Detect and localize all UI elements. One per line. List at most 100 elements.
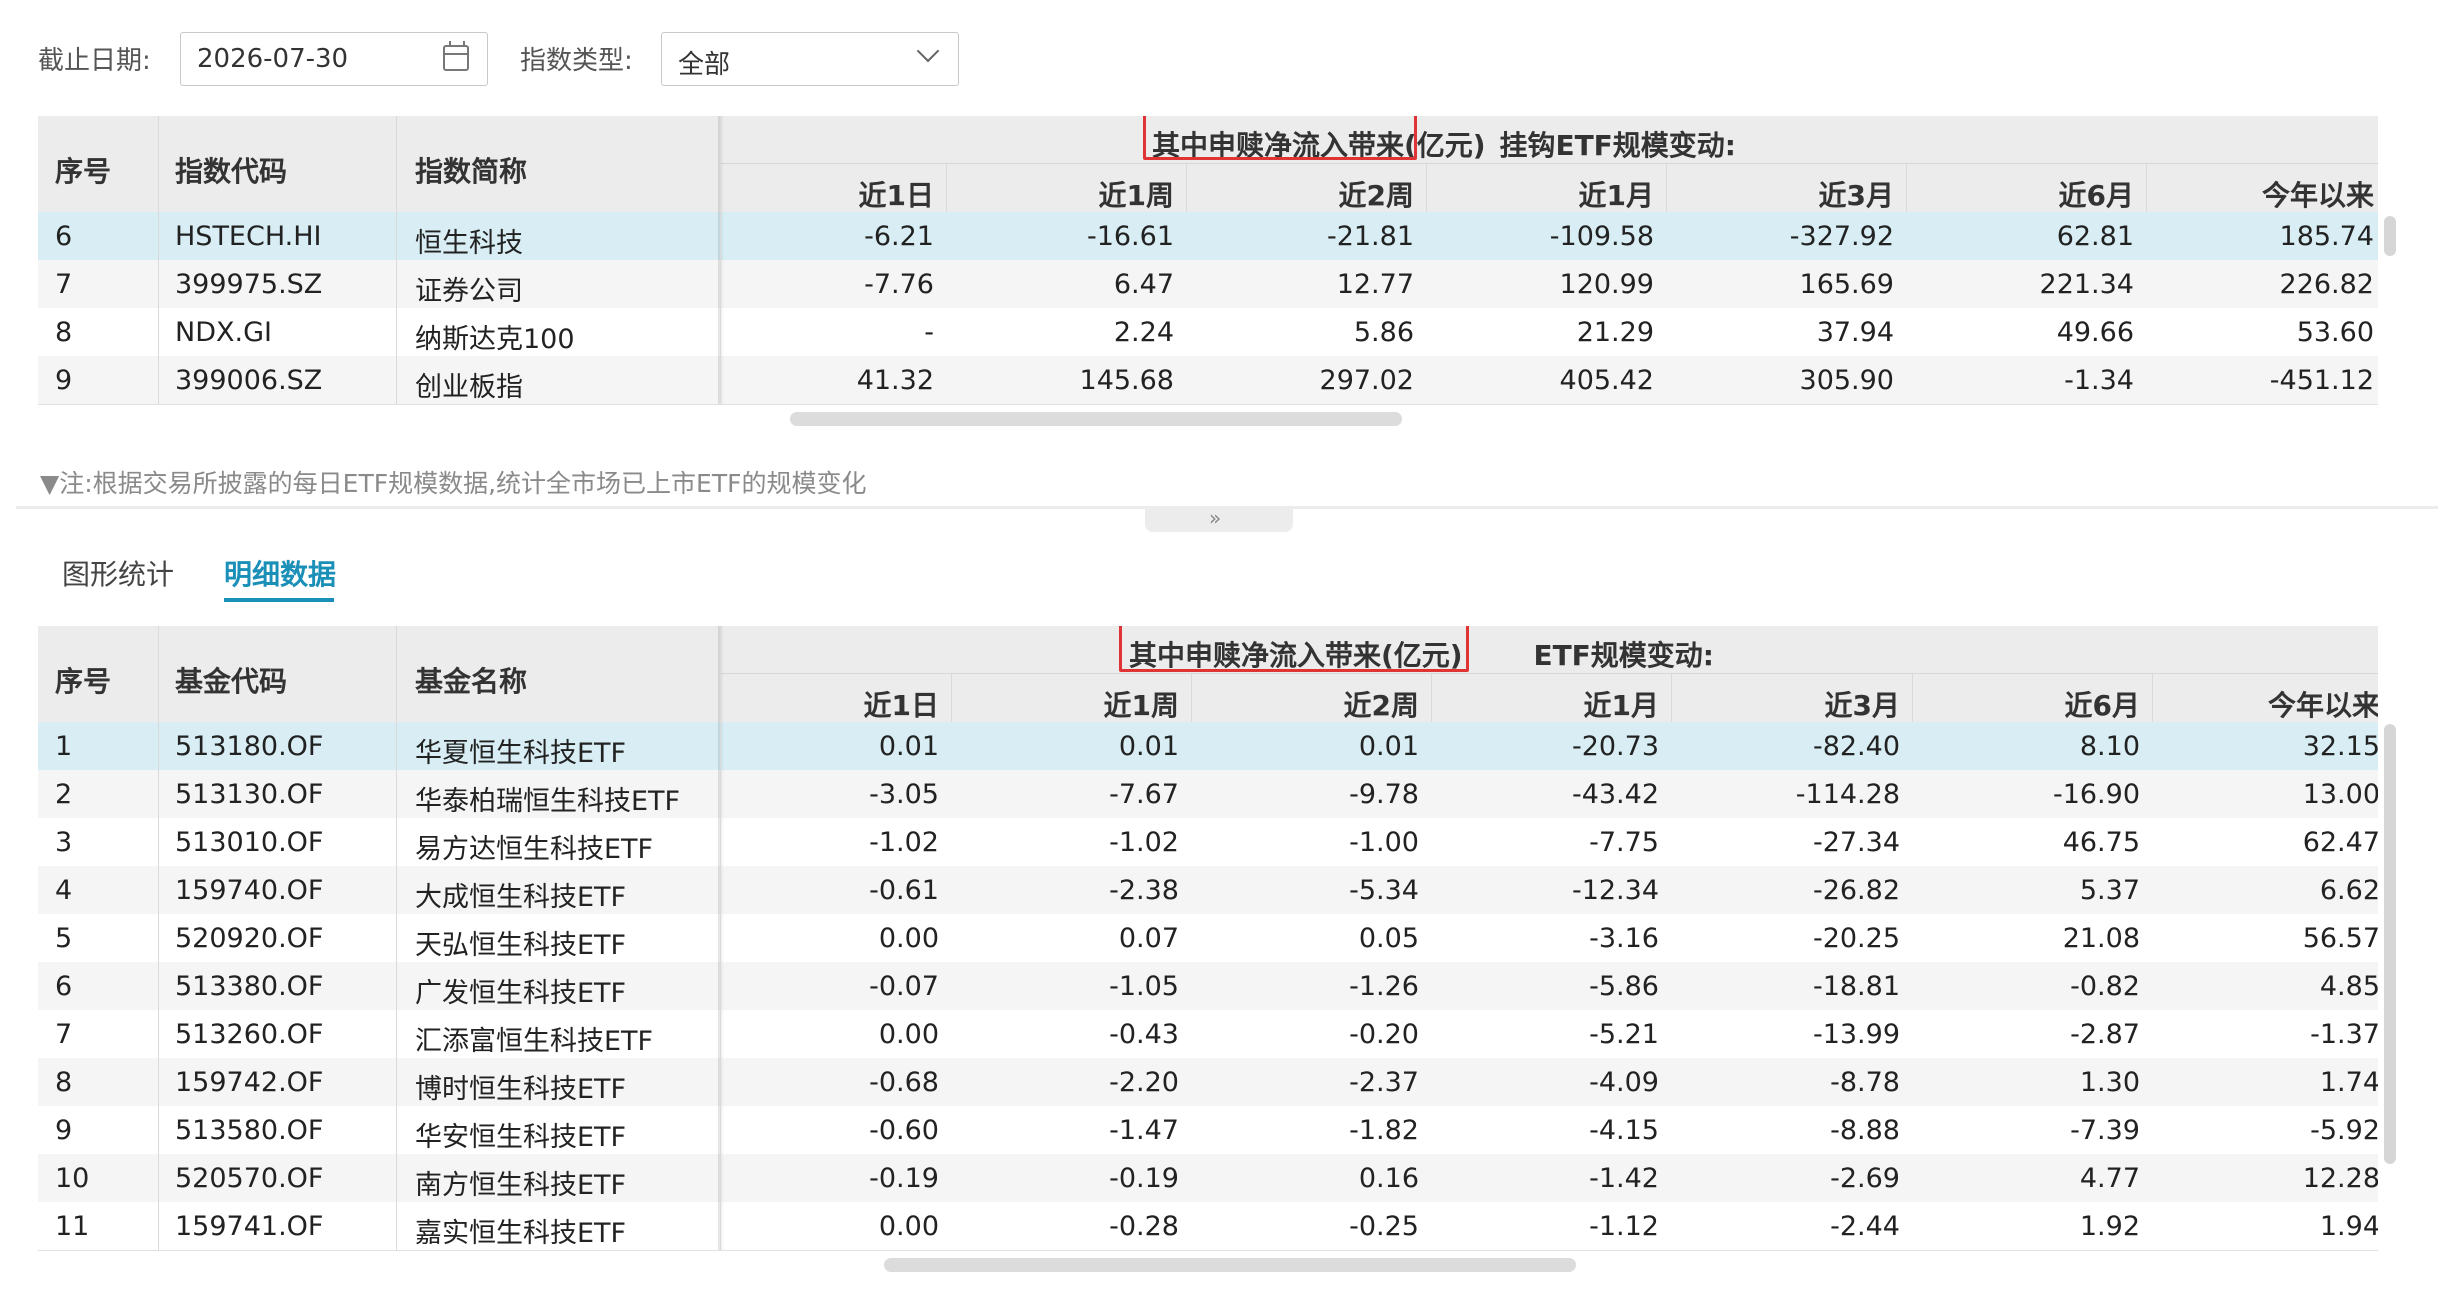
chevron-double-down-icon[interactable]: » bbox=[1209, 506, 1221, 530]
value-cell: 6.62 bbox=[2319, 875, 2378, 906]
table-row[interactable]: 8 159742.OF 博时恒生科技ETF -0.68 -2.20 -2.37 -4.09 -… bbox=[38, 1058, 2378, 1106]
fund-table-hscroll[interactable] bbox=[884, 1258, 1576, 1272]
value-cell: -9.78 bbox=[1349, 779, 1419, 810]
value-cell: -6.21 bbox=[864, 221, 934, 252]
tab-detail-data[interactable]: 明细数据 bbox=[224, 553, 336, 593]
value-cell: -2.20 bbox=[1109, 1067, 1179, 1098]
column-separator bbox=[951, 674, 952, 722]
value-cell: 145.68 bbox=[1079, 365, 1174, 396]
collapse-handle[interactable]: » bbox=[1145, 506, 1293, 532]
header-no[interactable]: 序号 bbox=[55, 150, 111, 190]
header-divider bbox=[720, 673, 2378, 674]
value-cell: -1.02 bbox=[1109, 827, 1179, 858]
row-number: 8 bbox=[55, 317, 73, 348]
header-period-0[interactable]: 近1日 bbox=[864, 684, 939, 724]
index-table-vscroll[interactable] bbox=[2384, 216, 2396, 256]
header-period-2[interactable]: 近2周 bbox=[1344, 684, 1419, 724]
table-row[interactable]: 7 399975.SZ 证券公司 -7.76 6.47 12.77 120.99 165.69… bbox=[38, 260, 2378, 308]
table-row[interactable]: 7 513260.OF 汇添富恒生科技ETF 0.00 -0.43 -0.20 -5.21 -… bbox=[38, 1010, 2378, 1058]
value-cell: 49.66 bbox=[2056, 317, 2134, 348]
name-cell: 南方恒生科技ETF bbox=[415, 1170, 627, 1201]
table-row[interactable]: 5 520920.OF 天弘恒生科技ETF 0.00 0.07 0.05 -3.16 -20.… bbox=[38, 914, 2378, 962]
header-index-name[interactable]: 指数简称 bbox=[415, 150, 527, 190]
code-cell: NDX.GI bbox=[175, 317, 272, 348]
name-cell: 大成恒生科技ETF bbox=[415, 882, 627, 913]
tab-chart-stats[interactable]: 图形统计 bbox=[62, 553, 174, 593]
value-cell: -3.16 bbox=[1589, 923, 1659, 954]
header-period-1[interactable]: 近1周 bbox=[1104, 684, 1179, 724]
header-period-1[interactable]: 近1周 bbox=[1099, 174, 1174, 214]
header-period-3[interactable]: 近1月 bbox=[1584, 684, 1659, 724]
row-number: 9 bbox=[55, 365, 73, 396]
value-cell: 1.92 bbox=[2079, 1211, 2140, 1242]
index-table-header: 序号 指数代码 指数简称 挂钩ETF规模变动: 其中申赎净流入带来(亿元) 近1… bbox=[38, 116, 2378, 212]
header-period-5[interactable]: 近6月 bbox=[2065, 684, 2140, 724]
column-separator bbox=[1912, 674, 1913, 722]
header-period-5[interactable]: 近6月 bbox=[2059, 174, 2134, 214]
table-row[interactable]: 6 513380.OF 广发恒生科技ETF -0.07 -1.05 -1.26 -5.86 -… bbox=[38, 962, 2378, 1010]
header-index-code[interactable]: 指数代码 bbox=[175, 150, 287, 190]
header-period-2[interactable]: 近2周 bbox=[1339, 174, 1414, 214]
code-cell: 399975.SZ bbox=[175, 269, 323, 300]
date-picker[interactable]: 2026-07-30 bbox=[180, 32, 488, 86]
value-cell: 46.75 bbox=[2062, 827, 2140, 858]
date-value[interactable]: 2026-07-30 bbox=[197, 44, 348, 74]
row-number: 3 bbox=[55, 827, 73, 858]
fund-table-vscroll[interactable] bbox=[2384, 724, 2396, 1164]
name-cell: 恒生科技 bbox=[415, 228, 523, 259]
column-separator bbox=[720, 626, 721, 1250]
table-row[interactable]: 2 513130.OF 华泰柏瑞恒生科技ETF -3.05 -7.67 -9.78 -43.… bbox=[38, 770, 2378, 818]
header-fund-code[interactable]: 基金代码 bbox=[175, 660, 287, 700]
value-cell: -451.12 bbox=[2269, 365, 2374, 396]
header-period-4[interactable]: 近3月 bbox=[1819, 174, 1894, 214]
index-type-select[interactable]: 全部 bbox=[661, 32, 959, 86]
highlight-box bbox=[1143, 116, 1417, 160]
index-type-value[interactable]: 全部 bbox=[678, 44, 730, 81]
header-period-4[interactable]: 近3月 bbox=[1825, 684, 1900, 724]
value-cell: -0.20 bbox=[1349, 1019, 1419, 1050]
row-number: 2 bbox=[55, 779, 73, 810]
value-cell: -1.42 bbox=[1589, 1163, 1659, 1194]
footnote: ▼注:根据交易所披露的每日ETF规模数据,统计全市场已上市ETF的规模变化 bbox=[40, 469, 867, 498]
value-cell: -1.05 bbox=[1109, 971, 1179, 1002]
header-period-3[interactable]: 近1月 bbox=[1579, 174, 1654, 214]
row-number: 4 bbox=[55, 875, 73, 906]
value-cell: -0.82 bbox=[2070, 971, 2140, 1002]
name-cell: 纳斯达克100 bbox=[415, 324, 575, 355]
value-cell: -21.81 bbox=[1326, 221, 1414, 252]
value-cell: 32.15 bbox=[2302, 731, 2378, 762]
code-cell: 513580.OF bbox=[175, 1115, 324, 1146]
calendar-icon[interactable] bbox=[443, 41, 469, 71]
value-cell: 1.74 bbox=[2319, 1067, 2378, 1098]
header-period-6[interactable]: 今年以来 bbox=[2262, 174, 2374, 214]
header-fund-name[interactable]: 基金名称 bbox=[415, 660, 527, 700]
value-cell: -26.82 bbox=[1812, 875, 1900, 906]
chevron-down-icon[interactable] bbox=[916, 39, 940, 63]
table-row[interactable]: 9 399006.SZ 创业板指 41.32 145.68 297.02 405.42 305… bbox=[38, 356, 2378, 404]
table-row[interactable]: 9 513580.OF 华安恒生科技ETF -0.60 -1.47 -1.82 -4.15 -… bbox=[38, 1106, 2378, 1154]
column-separator bbox=[1186, 164, 1187, 212]
row-number: 8 bbox=[55, 1067, 73, 1098]
value-cell: -2.38 bbox=[1109, 875, 1179, 906]
table-row[interactable]: 1 513180.OF 华夏恒生科技ETF 0.01 0.01 0.01 -20.73 -82… bbox=[38, 722, 2378, 770]
column-separator bbox=[2146, 164, 2147, 212]
value-cell: -0.19 bbox=[1109, 1163, 1179, 1194]
value-cell: -16.61 bbox=[1086, 221, 1174, 252]
code-cell: 513130.OF bbox=[175, 779, 324, 810]
table-row[interactable]: 10 520570.OF 南方恒生科技ETF -0.19 -0.19 0.16 -1.42 -… bbox=[38, 1154, 2378, 1202]
table-row[interactable]: 4 159740.OF 大成恒生科技ETF -0.61 -2.38 -5.34 -12.34… bbox=[38, 866, 2378, 914]
table-row[interactable]: 3 513010.OF 易方达恒生科技ETF -1.02 -1.02 -1.00 -7.75… bbox=[38, 818, 2378, 866]
index-table-hscroll[interactable] bbox=[790, 412, 1402, 426]
table-row[interactable]: 11 159741.OF 嘉实恒生科技ETF 0.00 -0.28 -0.25 -1.12 -… bbox=[38, 1202, 2378, 1250]
fund-table-header: 序号 基金代码 基金名称 ETF规模变动: 其中申赎净流入带来(亿元) 近1日近… bbox=[38, 626, 2378, 722]
header-no[interactable]: 序号 bbox=[55, 660, 111, 700]
value-cell: -27.34 bbox=[1812, 827, 1900, 858]
date-filter-label: 截止日期: bbox=[38, 46, 151, 76]
table-row[interactable]: 8 NDX.GI 纳斯达克100 - 2.24 5.86 21.29 37.94 49.66 53… bbox=[38, 308, 2378, 356]
header-period-6[interactable]: 今年以来 bbox=[2268, 684, 2378, 724]
header-period-0[interactable]: 近1日 bbox=[859, 174, 934, 214]
value-cell: -3.05 bbox=[869, 779, 939, 810]
value-cell: -1.82 bbox=[1349, 1115, 1419, 1146]
column-separator bbox=[720, 116, 721, 404]
table-row[interactable]: 6 HSTECH.HI 恒生科技 -6.21 -16.61 -21.81 -109.58 -3… bbox=[38, 212, 2378, 260]
